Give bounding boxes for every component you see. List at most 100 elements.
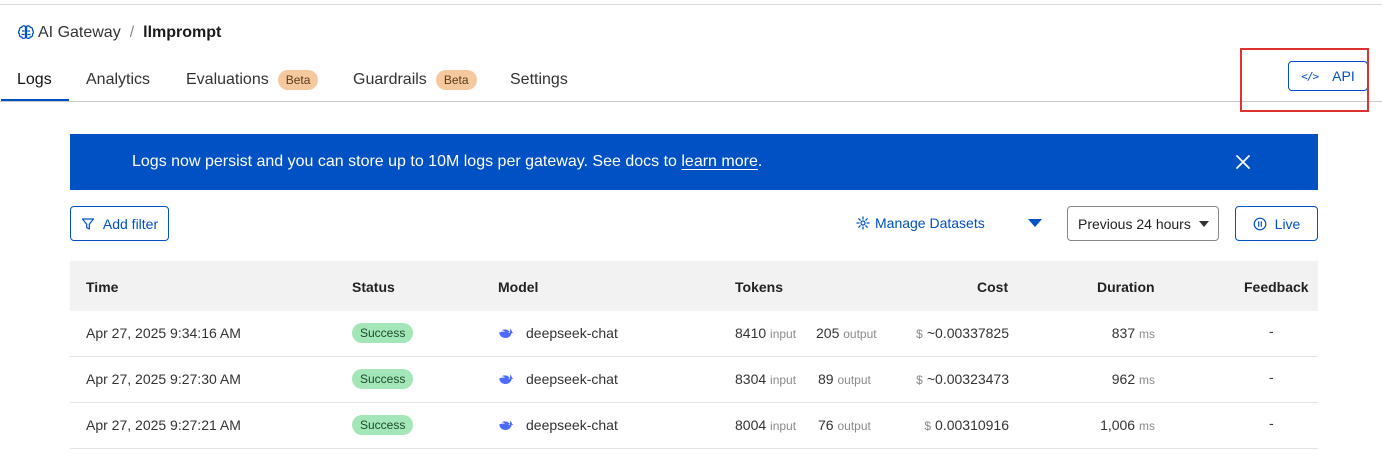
- cost-value: ~0.00337825: [926, 325, 1009, 341]
- logs-table: Time Status Model Tokens Cost Duration F…: [70, 261, 1318, 449]
- close-icon[interactable]: [1232, 151, 1254, 173]
- duration-value: 837: [1111, 325, 1136, 341]
- tabs-divider: [0, 101, 1382, 102]
- tokens-output: 205 output: [816, 325, 877, 341]
- time-range-select[interactable]: Previous 24 hours: [1067, 206, 1219, 241]
- manage-datasets-button[interactable]: Manage Datasets: [856, 213, 985, 233]
- cost-value: 0.00310916: [935, 417, 1009, 433]
- add-filter-button[interactable]: Add filter: [70, 206, 169, 241]
- duration-unit: ms: [1139, 373, 1155, 387]
- learn-more-link[interactable]: learn more: [681, 153, 757, 170]
- top-border: [0, 4, 1382, 5]
- feedback-cell[interactable]: -: [1269, 415, 1274, 431]
- banner-suffix: .: [757, 153, 763, 170]
- tab-label: Evaluations: [186, 71, 269, 88]
- model-cell: deepseek-chat: [526, 371, 618, 387]
- tokens-output-value: 89: [818, 371, 834, 387]
- annotation-highlight-box: [1240, 48, 1369, 112]
- model-cell: deepseek-chat: [526, 325, 618, 341]
- time-cell: Apr 27, 2025 9:27:30 AM: [86, 371, 241, 387]
- tab-label: Analytics: [86, 71, 151, 88]
- pause-circle-icon: [1253, 217, 1267, 230]
- currency-symbol: $: [916, 373, 923, 387]
- tab-guardrails[interactable]: Guardrails Beta: [353, 60, 477, 100]
- deepseek-whale-icon: [499, 328, 514, 339]
- tab-label: Guardrails: [353, 71, 427, 88]
- info-banner: Logs now persist and you can store up to…: [70, 134, 1318, 190]
- duration-unit: ms: [1139, 419, 1155, 433]
- tokens-output: 89 output: [818, 371, 871, 387]
- column-header-feedback[interactable]: Feedback: [1244, 279, 1309, 295]
- status-badge: Success: [352, 369, 414, 389]
- tokens-output-unit: output: [837, 373, 871, 387]
- feedback-cell[interactable]: -: [1269, 323, 1274, 339]
- time-cell: Apr 27, 2025 9:34:16 AM: [86, 325, 241, 341]
- tokens-input-unit: input: [770, 419, 797, 433]
- tab-label: Settings: [510, 71, 568, 88]
- cost-cell: $0.00310916: [924, 417, 1009, 433]
- tokens-output-value: 205: [816, 325, 840, 341]
- duration-value: 1,006: [1100, 417, 1136, 433]
- tokens-output-unit: output: [843, 327, 877, 341]
- banner-message: Logs now persist and you can store up to…: [132, 153, 762, 171]
- tokens-output: 76 output: [818, 417, 871, 433]
- cost-cell: $ ~0.00337825: [916, 325, 1009, 341]
- tokens-cell: 8304 input: [735, 371, 796, 387]
- tab-label: Logs: [17, 71, 52, 88]
- brain-icon: [17, 25, 35, 40]
- tab-evaluations[interactable]: Evaluations Beta: [186, 60, 319, 100]
- live-button[interactable]: Live: [1235, 206, 1318, 241]
- deepseek-whale-icon: [499, 374, 514, 385]
- tokens-input-value: 8304: [735, 371, 767, 387]
- feedback-cell[interactable]: -: [1269, 369, 1274, 385]
- breadcrumb-current: llmprompt: [143, 24, 222, 41]
- model-cell: deepseek-chat: [526, 417, 618, 433]
- caret-down-icon[interactable]: [1027, 218, 1043, 228]
- breadcrumb: AI Gateway / llmprompt: [16, 22, 221, 44]
- tokens-input-unit: input: [770, 373, 797, 387]
- duration-cell: 962 ms: [1112, 371, 1155, 387]
- duration-cell: 837 ms: [1112, 325, 1155, 341]
- manage-datasets-label: Manage Datasets: [875, 215, 985, 231]
- tab-logs[interactable]: Logs: [17, 60, 52, 100]
- gear-icon: [856, 216, 870, 230]
- tokens-cell: 8004 input: [735, 417, 796, 433]
- breadcrumb-parent[interactable]: AI Gateway: [38, 24, 121, 42]
- beta-badge: Beta: [435, 70, 477, 90]
- tab-analytics[interactable]: Analytics: [86, 60, 150, 100]
- currency-symbol: $: [924, 419, 932, 433]
- tokens-input-unit: input: [770, 327, 797, 341]
- cost-value: ~0.00323473: [926, 371, 1009, 387]
- breadcrumb-separator: /: [129, 24, 135, 41]
- status-badge: Success: [352, 323, 414, 343]
- live-label: Live: [1274, 215, 1301, 232]
- column-header-model[interactable]: Model: [498, 279, 538, 295]
- duration-unit: ms: [1139, 327, 1155, 341]
- column-header-cost[interactable]: Cost: [977, 279, 1008, 295]
- currency-symbol: $: [916, 327, 923, 341]
- tokens-input-value: 8410: [735, 325, 767, 341]
- time-cell: Apr 27, 2025 9:27:21 AM: [86, 417, 241, 433]
- time-range-value: Previous 24 hours: [1078, 215, 1191, 232]
- duration-cell: 1,006 ms: [1100, 417, 1155, 433]
- column-header-time[interactable]: Time: [86, 279, 118, 295]
- tokens-output-value: 76: [818, 417, 834, 433]
- column-header-status[interactable]: Status: [352, 279, 395, 295]
- banner-text: Logs now persist and you can store up to…: [132, 153, 682, 170]
- tokens-cell: 8410 input: [735, 325, 796, 341]
- column-header-duration[interactable]: Duration: [1097, 279, 1155, 295]
- table-row[interactable]: Apr 27, 2025 9:27:21 AM Success deepseek…: [70, 403, 1318, 449]
- beta-badge: Beta: [277, 70, 319, 90]
- deepseek-whale-icon: [499, 420, 514, 431]
- cost-cell: $ ~0.00323473: [916, 371, 1009, 387]
- duration-value: 962: [1111, 371, 1136, 387]
- column-header-tokens[interactable]: Tokens: [735, 279, 783, 295]
- table-row[interactable]: Apr 27, 2025 9:34:16 AM Success deepseek…: [70, 311, 1318, 357]
- table-row[interactable]: Apr 27, 2025 9:27:30 AM Success deepseek…: [70, 357, 1318, 403]
- chevron-down-icon: [1199, 221, 1209, 227]
- tab-settings[interactable]: Settings: [510, 60, 568, 100]
- tokens-input-value: 8004: [735, 417, 767, 433]
- filter-icon: [81, 217, 94, 230]
- tokens-output-unit: output: [837, 419, 871, 433]
- status-badge: Success: [352, 415, 414, 435]
